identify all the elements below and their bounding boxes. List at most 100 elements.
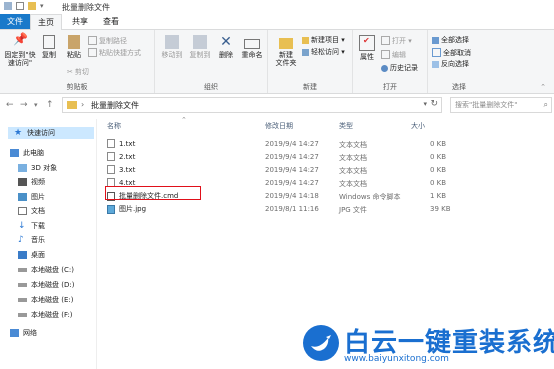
file-size: 0 KB <box>430 153 447 161</box>
nav-3d-objects[interactable]: 3D 对象 <box>18 162 57 174</box>
nav-drive-f[interactable]: 本地磁盘 (F:) <box>18 309 73 321</box>
copy-to-label: 复制到 <box>189 51 211 59</box>
column-header-name[interactable]: 名称 <box>107 121 121 133</box>
nav-item-label: 文档 <box>31 207 45 215</box>
new-folder-button[interactable]: 新建 文件夹 <box>272 35 300 67</box>
nav-drive-c[interactable]: 本地磁盘 (C:) <box>18 264 74 276</box>
delete-x-icon: ✕ <box>220 34 232 50</box>
new-group: 新建 文件夹 新建项目 ▾ 轻松访问 ▾ 新建 <box>268 30 353 93</box>
watermark-url: www.baiyunxitong.com <box>344 354 449 364</box>
organize-group-label: 组织 <box>204 83 218 91</box>
refresh-icon[interactable]: ↻ <box>430 99 438 109</box>
nav-drive-d[interactable]: 本地磁盘 (D:) <box>18 279 74 291</box>
rename-icon <box>244 39 260 49</box>
address-dropdown-icon[interactable]: ▾ <box>423 100 427 108</box>
nav-music[interactable]: ♪ 音乐 <box>18 234 45 246</box>
copy-button[interactable]: 复制 <box>38 35 60 59</box>
text-file-icon <box>107 165 115 174</box>
file-size: 0 KB <box>430 179 447 187</box>
folder-icon <box>67 101 77 109</box>
nav-item-label: 下载 <box>31 222 45 230</box>
pin-label: 固定到"快 速访问" <box>4 51 36 67</box>
rename-button[interactable]: 重命名 <box>239 35 265 59</box>
properties-icon: ✔ <box>359 35 375 51</box>
tab-home[interactable]: 主页 <box>30 14 62 30</box>
new-folder-label: 新建 文件夹 <box>275 51 297 67</box>
paste-button[interactable]: 粘贴 <box>62 35 86 59</box>
navigation-pane: ★ 快速访问 此电脑 3D 对象 视频 图片 文档 ↓ 下载 ♪ 音乐 桌面 本… <box>0 119 97 369</box>
paste-label: 粘贴 <box>67 51 81 59</box>
move-to-button[interactable]: 移动到 <box>159 35 185 59</box>
rename-label: 重命名 <box>241 51 263 59</box>
nav-drive-e[interactable]: 本地磁盘 (E:) <box>18 294 73 306</box>
checkmark-icon[interactable] <box>16 2 24 10</box>
nav-videos[interactable]: 视频 <box>18 176 45 188</box>
search-box[interactable]: 搜索"批量删除文件" ⌕ <box>450 97 552 113</box>
nav-this-pc-label: 此电脑 <box>23 149 44 157</box>
search-icon[interactable]: ⌕ <box>544 100 548 110</box>
nav-network[interactable]: 网络 <box>10 327 37 339</box>
highlight-box <box>105 186 201 200</box>
open-button[interactable]: 打开 ▾ <box>381 36 412 45</box>
history-button[interactable]: 历史记录 <box>381 64 418 72</box>
tab-view[interactable]: 查看 <box>98 14 124 29</box>
paste-icon <box>68 35 80 49</box>
file-date: 2019/9/4 14:27 <box>265 140 319 148</box>
file-type: Windows 命令脚本 <box>339 193 401 201</box>
edit-button[interactable]: 编辑 <box>381 50 406 59</box>
paste-shortcut-button[interactable]: 粘贴快捷方式 <box>88 48 141 57</box>
table-row[interactable]: 2.txt 2019/9/4 14:27 文本文档 0 KB <box>107 151 457 163</box>
file-date: 2019/9/4 14:18 <box>265 192 319 200</box>
select-group: 全部选择 全部取消 反向选择 选择 <box>428 30 490 93</box>
tab-share[interactable]: 共享 <box>67 14 93 29</box>
nav-pictures[interactable]: 图片 <box>18 191 45 203</box>
pin-quick-access-button[interactable]: 📌 固定到"快 速访问" <box>3 33 37 67</box>
nav-desktop[interactable]: 桌面 <box>18 249 45 261</box>
scissors-icon: ✂ <box>67 68 73 76</box>
delete-button[interactable]: ✕ 删除 <box>215 35 237 59</box>
open-group: ✔ 属性 打开 ▾ 编辑 历史记录 打开 <box>353 30 428 93</box>
back-arrow-icon[interactable]: ← <box>6 100 14 110</box>
delete-label: 删除 <box>219 51 233 59</box>
copy-to-button[interactable]: 复制到 <box>187 35 213 59</box>
table-row[interactable]: 图片.jpg 2019/8/1 11:16 JPG 文件 39 KB <box>107 203 457 215</box>
nav-quick-access[interactable]: ★ 快速访问 <box>8 127 94 139</box>
nav-this-pc[interactable]: 此电脑 <box>10 147 44 159</box>
nav-documents[interactable]: 文档 <box>18 205 45 217</box>
file-name: 图片.jpg <box>119 205 147 213</box>
collapse-ribbon-icon[interactable]: ⌃ <box>540 83 546 91</box>
forward-arrow-icon[interactable]: → <box>20 100 28 110</box>
recent-dropdown-icon[interactable]: ▾ <box>34 101 38 109</box>
column-header-size[interactable]: 大小 <box>411 121 425 133</box>
cut-button[interactable]: ✂ 剪切 <box>67 68 89 76</box>
up-arrow-icon[interactable]: ↑ <box>46 100 54 110</box>
properties-button[interactable]: ✔ 属性 <box>356 35 378 61</box>
quick-access-toolbar: ▾ <box>4 2 44 10</box>
edit-label: 编辑 <box>392 50 406 59</box>
copy-path-button[interactable]: 复制路径 <box>88 36 127 45</box>
folder-icon[interactable] <box>28 2 36 10</box>
file-size: 0 KB <box>430 166 447 174</box>
download-icon: ↓ <box>18 221 26 231</box>
save-icon[interactable] <box>4 2 12 10</box>
new-item-button[interactable]: 新建项目 ▾ <box>302 36 345 44</box>
select-none-button[interactable]: 全部取消 <box>432 48 471 57</box>
tab-file[interactable]: 文件 <box>0 14 30 29</box>
file-date: 2019/9/4 14:27 <box>265 153 319 161</box>
nav-downloads[interactable]: ↓ 下载 <box>18 220 45 232</box>
table-row[interactable]: 3.txt 2019/9/4 14:27 文本文档 0 KB <box>107 164 457 176</box>
table-row[interactable]: 1.txt 2019/9/4 14:27 文本文档 0 KB <box>107 138 457 150</box>
invert-selection-button[interactable]: 反向选择 <box>432 60 469 68</box>
select-all-button[interactable]: 全部选择 <box>432 36 469 44</box>
easy-access-button[interactable]: 轻松访问 ▾ <box>302 48 345 56</box>
column-header-date[interactable]: 修改日期 <box>265 121 293 133</box>
nav-item-label: 图片 <box>31 193 45 201</box>
new-item-icon <box>302 36 309 44</box>
column-header-type[interactable]: 类型 <box>339 121 353 133</box>
chevron-down-icon[interactable]: ▾ <box>40 2 44 10</box>
cut-label: 剪切 <box>74 68 89 76</box>
documents-icon <box>18 207 27 215</box>
nav-item-label: 本地磁盘 (C:) <box>31 266 74 274</box>
address-bar[interactable]: › 批量删除文件 ▾ ↻ <box>62 97 442 113</box>
breadcrumb-current[interactable]: 批量删除文件 <box>91 100 139 111</box>
